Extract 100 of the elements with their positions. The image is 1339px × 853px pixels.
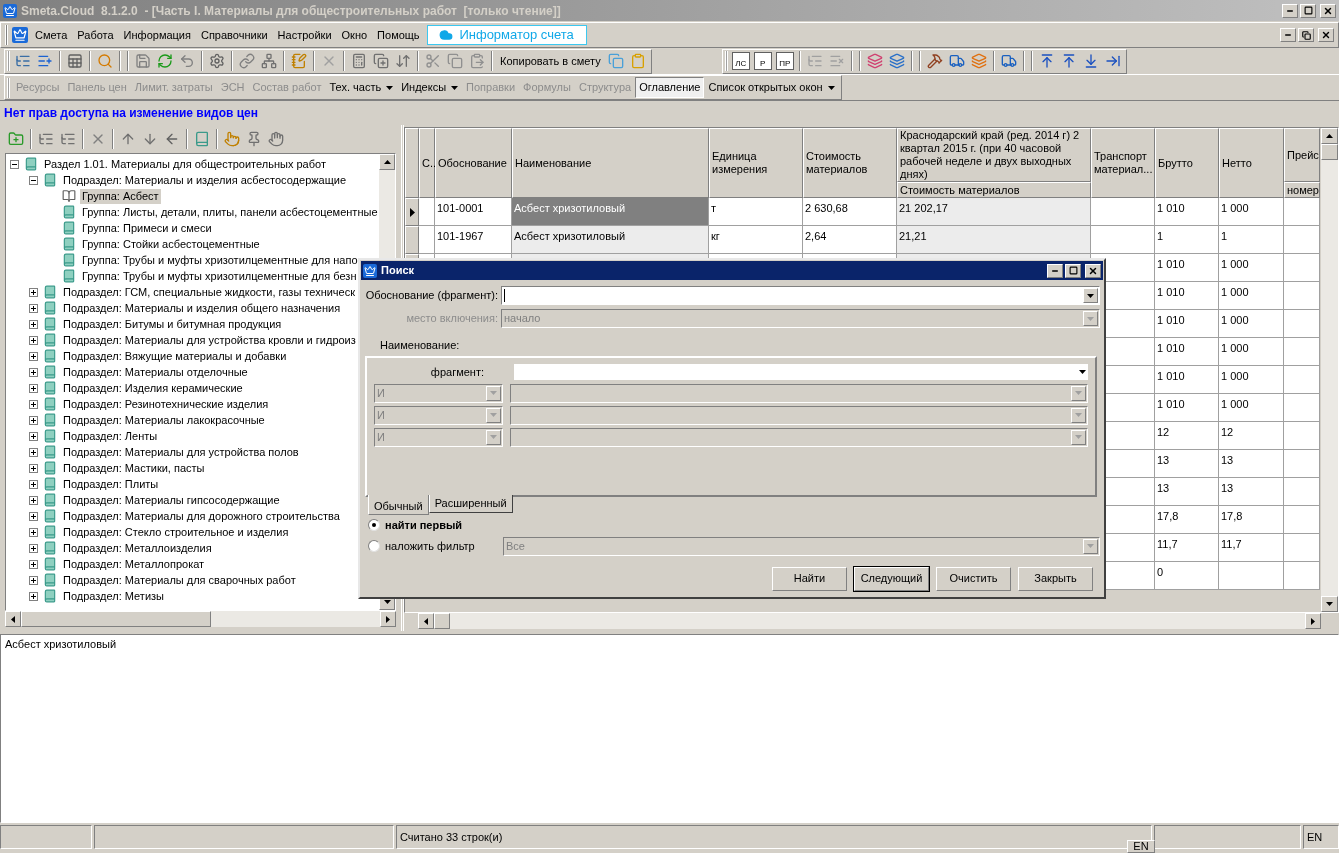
menu-item[interactable]: Работа: [72, 26, 119, 44]
column-header[interactable]: Обоснование: [435, 128, 512, 198]
table-cell: 12: [1219, 422, 1284, 450]
menu-item[interactable]: Настройки: [272, 26, 337, 44]
table-cell: 13: [1219, 478, 1284, 506]
table-cell: 11,7: [1219, 534, 1284, 562]
table-cell: 11,7: [1155, 534, 1219, 562]
table-cell: 1 000: [1219, 310, 1284, 338]
tree-item[interactable]: Подраздел: Резинотехнические изделия: [61, 396, 271, 412]
table-cell: 0: [1155, 562, 1219, 590]
dialog-button[interactable]: Следующий: [854, 566, 929, 591]
column-header[interactable]: Стоимость материалов: [803, 128, 897, 198]
tree-item[interactable]: Подраздел: Материалы и изделия общего назначения: [61, 300, 343, 316]
column-header[interactable]: номер: [1284, 182, 1320, 198]
column-header[interactable]: Единица измерения: [709, 128, 803, 198]
table-cell: т: [709, 198, 803, 226]
toolbar-tab[interactable]: Список открытых окон: [704, 77, 839, 98]
tree-item[interactable]: Подраздел: Стекло строительное и изделия: [61, 524, 291, 540]
tree-item[interactable]: Группа: Примеси и смеси: [80, 220, 214, 236]
dialog-button[interactable]: Закрыть: [1018, 566, 1093, 591]
tree-item[interactable]: Группа: Асбест: [80, 188, 161, 204]
tree-item[interactable]: Подраздел: Материалы для дорожного строительства: [61, 508, 342, 524]
memo-text: Асбест хризотиловый: [5, 638, 117, 650]
column-header[interactable]: Транспорт материал...: [1091, 128, 1155, 198]
toolbar-tab[interactable]: Оглавление: [635, 77, 705, 98]
description-memo[interactable]: Асбест хризотиловый: [0, 634, 1339, 823]
table-cell: 1 010: [1155, 282, 1219, 310]
tree-item[interactable]: Подраздел: Материалы лакокрасочные: [61, 412, 267, 428]
tree-item[interactable]: Группа: Стойки асбестоцементные: [80, 236, 262, 252]
radio-label[interactable]: найти первый: [385, 516, 503, 534]
toolbar-tab[interactable]: Индексы: [397, 77, 463, 98]
status-text: Считано 33 строк(и): [400, 829, 503, 845]
column-header[interactable]: Стоимость материалов: [897, 182, 1091, 198]
tree-item[interactable]: Подраздел: Ленты: [61, 428, 160, 444]
dialog-button[interactable]: Найти: [772, 566, 847, 591]
tree-item[interactable]: Подраздел: Мастики, пасты: [61, 460, 207, 476]
table-cell: 21,21: [897, 226, 1091, 254]
menu-item[interactable]: Справочники: [195, 26, 273, 44]
column-header[interactable]: С..: [419, 128, 435, 198]
table-cell: 1 000: [1219, 338, 1284, 366]
field-label: Обоснование (фрагмент):: [364, 288, 499, 304]
dialog-tab[interactable]: Расширенный: [428, 494, 513, 513]
table-cell: 1 000: [1219, 366, 1284, 394]
copy-to-estimate-button[interactable]: Копировать в смету: [496, 52, 605, 70]
tree-item[interactable]: Группа: Листы, детали, плиты, панели асбестоцементные: [80, 204, 379, 220]
dialog-button[interactable]: Очистить: [936, 566, 1011, 591]
table-cell: 1 000: [1219, 282, 1284, 310]
tree-item[interactable]: Подраздел: Вяжущие материалы и добавки: [61, 348, 289, 364]
toolbar-tab[interactable]: Тех. часть: [325, 77, 398, 98]
dialog-title: Поиск: [381, 263, 414, 279]
column-header[interactable]: Краснодарский край (ред. 2014 г) 2 квартал 2015 г. (при 40 часовой рабочей неделе и двух выходных днях): [897, 128, 1091, 182]
menu-item[interactable]: Информация: [118, 26, 196, 44]
tree-item[interactable]: Раздел 1.01. Материалы для общестроительных работ: [42, 156, 328, 172]
column-header[interactable]: Брутто: [1155, 128, 1219, 198]
table-cell: 17,8: [1219, 506, 1284, 534]
table-cell: 2,64: [803, 226, 897, 254]
tree-item[interactable]: Подраздел: Материалы для устройства полов: [61, 444, 301, 460]
tree-item[interactable]: Подраздел: Плиты: [61, 476, 161, 492]
table-cell: 13: [1155, 450, 1219, 478]
tree-item[interactable]: Подраздел: Битумы и битумная продукция: [61, 316, 284, 332]
menu-item[interactable]: Помощь: [372, 26, 425, 44]
tree-item[interactable]: Подраздел: Метизы: [61, 588, 166, 604]
dialog-tab[interactable]: Обычный: [368, 494, 429, 515]
document-button[interactable]: Р: [753, 52, 772, 70]
column-header[interactable]: Нетто: [1219, 128, 1284, 198]
table-cell: кг: [709, 226, 803, 254]
tree-item[interactable]: Подраздел: Материалы отделочные: [61, 364, 250, 380]
tree-item[interactable]: Подраздел: Материалы гипсосодержащие: [61, 492, 282, 508]
document-button[interactable]: ЛС: [731, 52, 750, 70]
tree-item[interactable]: Подраздел: Металлоизделия: [61, 540, 214, 556]
table-cell: 17,8: [1155, 506, 1219, 534]
table-cell: 1 000: [1219, 198, 1284, 226]
field-label: место включения:: [405, 311, 499, 327]
tree-item[interactable]: Группа: Трубы и муфты хризотилцементные для напо: [80, 252, 360, 268]
table-cell: 1 010: [1155, 366, 1219, 394]
tree-item[interactable]: Подраздел: Изделия керамические: [61, 380, 245, 396]
column-header[interactable]: Наименование: [512, 128, 709, 198]
menu-item[interactable]: Окно: [336, 26, 373, 44]
tree-item[interactable]: Подраздел: Материалы для устройства кровли и гидроиз: [61, 332, 358, 348]
table-cell: 1 010: [1155, 198, 1219, 226]
radio-label[interactable]: наложить фильтр: [385, 537, 503, 555]
window-title: Smeta.Cloud 8.1.2.0 - [Часть I. Материалы для общестроительных работ [только чтение]]: [21, 2, 562, 20]
tree-item[interactable]: Подраздел: ГСМ, специальные жидкости, газы техническ: [61, 284, 358, 300]
menu-item[interactable]: Смета: [30, 26, 73, 44]
table-cell: 1: [1155, 226, 1219, 254]
document-button[interactable]: ПР: [775, 52, 794, 70]
table-cell: 13: [1155, 478, 1219, 506]
table-cell: 1: [1219, 226, 1284, 254]
table-cell: Асбест хризотиловый: [512, 198, 709, 226]
section-label: Наименование:: [380, 338, 461, 353]
tree-item[interactable]: Подраздел: Материалы и изделия асбестосодержащие: [61, 172, 349, 188]
tree-item[interactable]: Группа: Трубы и муфты хризотилцементные для безн: [80, 268, 359, 284]
tree-item[interactable]: Подраздел: Металлопрокат: [61, 556, 207, 572]
field-label: фрагмент:: [429, 364, 485, 380]
tree-item[interactable]: Подраздел: Материалы для сварочных работ: [61, 572, 298, 588]
table-cell: Асбест хризотиловый: [512, 226, 709, 254]
table-cell: 101-1967: [435, 226, 512, 254]
table-cell: 2 630,68: [803, 198, 897, 226]
column-header[interactable]: Прейс: [1284, 128, 1320, 182]
table-cell: 13: [1219, 450, 1284, 478]
